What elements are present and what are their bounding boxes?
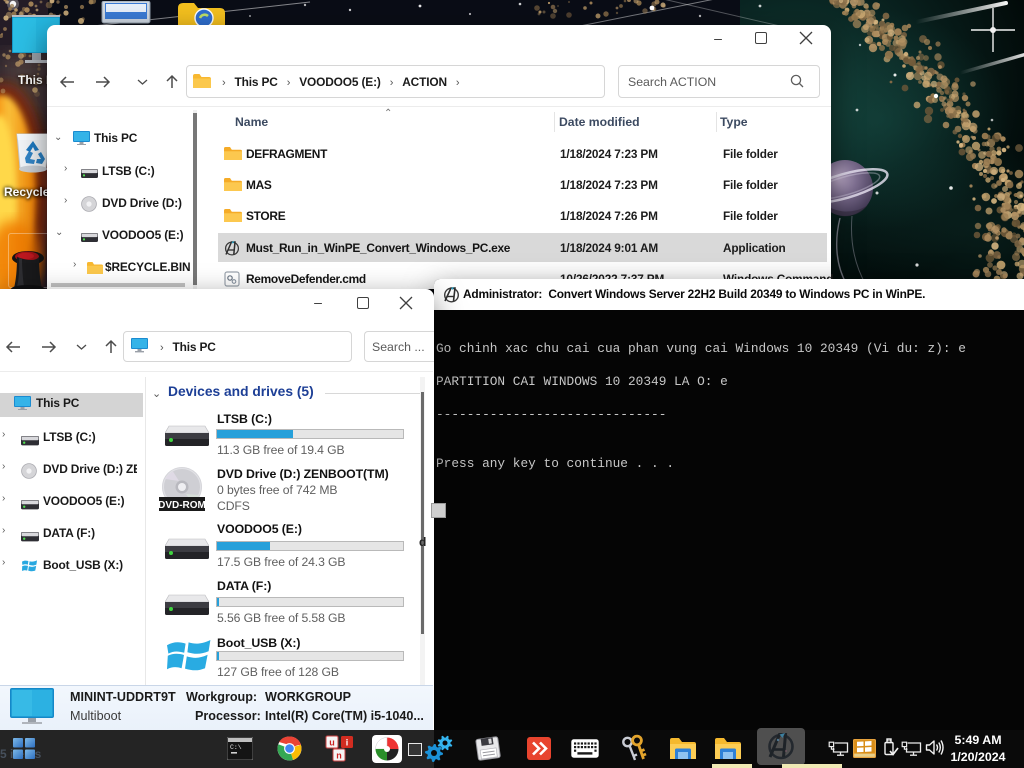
svg-text:u: u bbox=[329, 738, 335, 748]
svg-text:C:\: C:\ bbox=[230, 744, 242, 751]
svg-text:i: i bbox=[346, 738, 349, 748]
svg-text:DVD-ROM: DVD-ROM bbox=[159, 500, 205, 511]
svg-text:n: n bbox=[336, 751, 342, 761]
